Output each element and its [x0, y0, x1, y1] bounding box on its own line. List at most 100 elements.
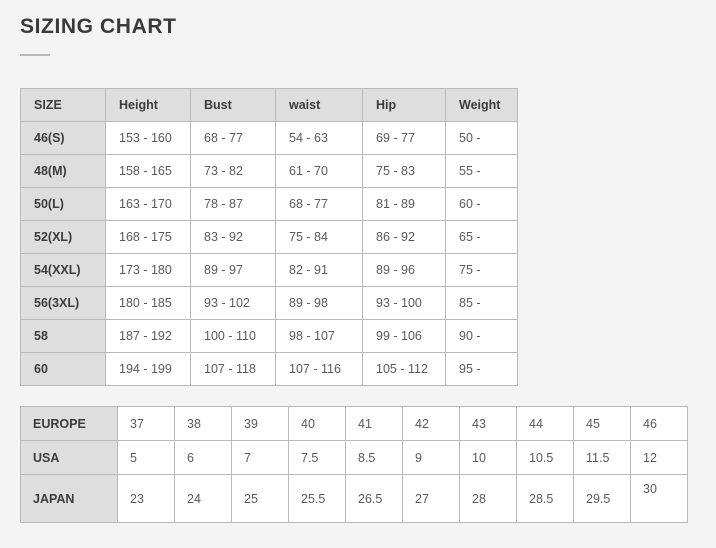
cell-usa: 12: [630, 440, 688, 475]
cell-bust: 83 - 92: [190, 220, 276, 254]
table-row-japan: JAPAN 23 24 25 25.5 26.5 27 28 28.5 29.5…: [20, 474, 688, 523]
cell-height: 153 - 160: [105, 121, 191, 155]
cell-bust: 68 - 77: [190, 121, 276, 155]
cell-waist: 82 - 91: [275, 253, 363, 287]
cell-weight: 55 -: [445, 154, 518, 188]
row-label-europe: EUROPE: [20, 406, 118, 441]
table-header-row: SIZE Height Bust waist Hip Weight: [20, 88, 518, 122]
table-row: 46(S) 153 - 160 68 - 77 54 - 63 69 - 77 …: [20, 121, 518, 155]
cell-europe: 46: [630, 406, 688, 441]
cell-hip: 69 - 77: [362, 121, 446, 155]
cell-weight: 60 -: [445, 187, 518, 221]
cell-japan: 24: [174, 474, 232, 523]
table-row: 48(M) 158 - 165 73 - 82 61 - 70 75 - 83 …: [20, 154, 518, 188]
cell-usa: 11.5: [573, 440, 631, 475]
sizing-chart-page: SIZING CHART SIZE Height Bust waist Hip …: [0, 0, 716, 548]
header-weight: Weight: [445, 88, 518, 122]
cell-hip: 99 - 106: [362, 319, 446, 353]
cell-hip: 86 - 92: [362, 220, 446, 254]
cell-europe: 45: [573, 406, 631, 441]
cell-usa: 5: [117, 440, 175, 475]
cell-height: 163 - 170: [105, 187, 191, 221]
header-height: Height: [105, 88, 191, 122]
cell-hip: 93 - 100: [362, 286, 446, 320]
cell-europe: 39: [231, 406, 289, 441]
body-measurements-table: SIZE Height Bust waist Hip Weight 46(S) …: [20, 88, 518, 386]
cell-waist: 89 - 98: [275, 286, 363, 320]
cell-japan: 28: [459, 474, 517, 523]
title-divider: [20, 54, 50, 56]
cell-height: 194 - 199: [105, 352, 191, 386]
table-row: 52(XL) 168 - 175 83 - 92 75 - 84 86 - 92…: [20, 220, 518, 254]
title-block: SIZING CHART: [20, 14, 177, 56]
cell-waist: 68 - 77: [275, 187, 363, 221]
cell-usa: 10: [459, 440, 517, 475]
cell-size: 46(S): [20, 121, 106, 155]
cell-usa: 9: [402, 440, 460, 475]
cell-europe: 40: [288, 406, 346, 441]
header-waist: waist: [275, 88, 363, 122]
cell-waist: 54 - 63: [275, 121, 363, 155]
cell-weight: 75 -: [445, 253, 518, 287]
page-title: SIZING CHART: [20, 15, 177, 38]
table-row: 58 187 - 192 100 - 110 98 - 107 99 - 106…: [20, 319, 518, 353]
cell-usa: 6: [174, 440, 232, 475]
cell-usa: 7: [231, 440, 289, 475]
table-row: 50(L) 163 - 170 78 - 87 68 - 77 81 - 89 …: [20, 187, 518, 221]
cell-japan: 27: [402, 474, 460, 523]
cell-usa: 10.5: [516, 440, 574, 475]
cell-usa: 7.5: [288, 440, 346, 475]
cell-bust: 93 - 102: [190, 286, 276, 320]
cell-waist: 98 - 107: [275, 319, 363, 353]
cell-bust: 78 - 87: [190, 187, 276, 221]
cell-weight: 85 -: [445, 286, 518, 320]
cell-waist: 107 - 116: [275, 352, 363, 386]
cell-waist: 75 - 84: [275, 220, 363, 254]
cell-hip: 75 - 83: [362, 154, 446, 188]
table-row-usa: USA 5 6 7 7.5 8.5 9 10 10.5 11.5 12: [20, 440, 688, 475]
cell-size: 58: [20, 319, 106, 353]
cell-size: 52(XL): [20, 220, 106, 254]
header-size: SIZE: [20, 88, 106, 122]
cell-japan: 25: [231, 474, 289, 523]
cell-europe: 42: [402, 406, 460, 441]
cell-size: 50(L): [20, 187, 106, 221]
header-bust: Bust: [190, 88, 276, 122]
cell-europe: 38: [174, 406, 232, 441]
cell-europe: 44: [516, 406, 574, 441]
cell-waist: 61 - 70: [275, 154, 363, 188]
cell-size: 60: [20, 352, 106, 386]
cell-japan: 30: [630, 474, 688, 523]
cell-japan: 23: [117, 474, 175, 523]
cell-weight: 50 -: [445, 121, 518, 155]
cell-weight: 65 -: [445, 220, 518, 254]
cell-japan: 28.5: [516, 474, 574, 523]
cell-weight: 90 -: [445, 319, 518, 353]
cell-bust: 89 - 97: [190, 253, 276, 287]
cell-bust: 73 - 82: [190, 154, 276, 188]
cell-height: 158 - 165: [105, 154, 191, 188]
cell-usa: 8.5: [345, 440, 403, 475]
cell-japan: 29.5: [573, 474, 631, 523]
row-label-usa: USA: [20, 440, 118, 475]
row-label-japan: JAPAN: [20, 474, 118, 523]
table-row: 60 194 - 199 107 - 118 107 - 116 105 - 1…: [20, 352, 518, 386]
cell-hip: 105 - 112: [362, 352, 446, 386]
cell-japan: 25.5: [288, 474, 346, 523]
cell-europe: 37: [117, 406, 175, 441]
cell-size: 54(XXL): [20, 253, 106, 287]
header-hip: Hip: [362, 88, 446, 122]
cell-bust: 107 - 118: [190, 352, 276, 386]
cell-hip: 89 - 96: [362, 253, 446, 287]
cell-size: 48(M): [20, 154, 106, 188]
table-row-europe: EUROPE 37 38 39 40 41 42 43 44 45 46: [20, 406, 688, 441]
table-row: 54(XXL) 173 - 180 89 - 97 82 - 91 89 - 9…: [20, 253, 518, 287]
cell-weight: 95 -: [445, 352, 518, 386]
cell-europe: 43: [459, 406, 517, 441]
cell-height: 187 - 192: [105, 319, 191, 353]
cell-bust: 100 - 110: [190, 319, 276, 353]
cell-hip: 81 - 89: [362, 187, 446, 221]
cell-europe: 41: [345, 406, 403, 441]
table-row: 56(3XL) 180 - 185 93 - 102 89 - 98 93 - …: [20, 286, 518, 320]
cell-height: 168 - 175: [105, 220, 191, 254]
